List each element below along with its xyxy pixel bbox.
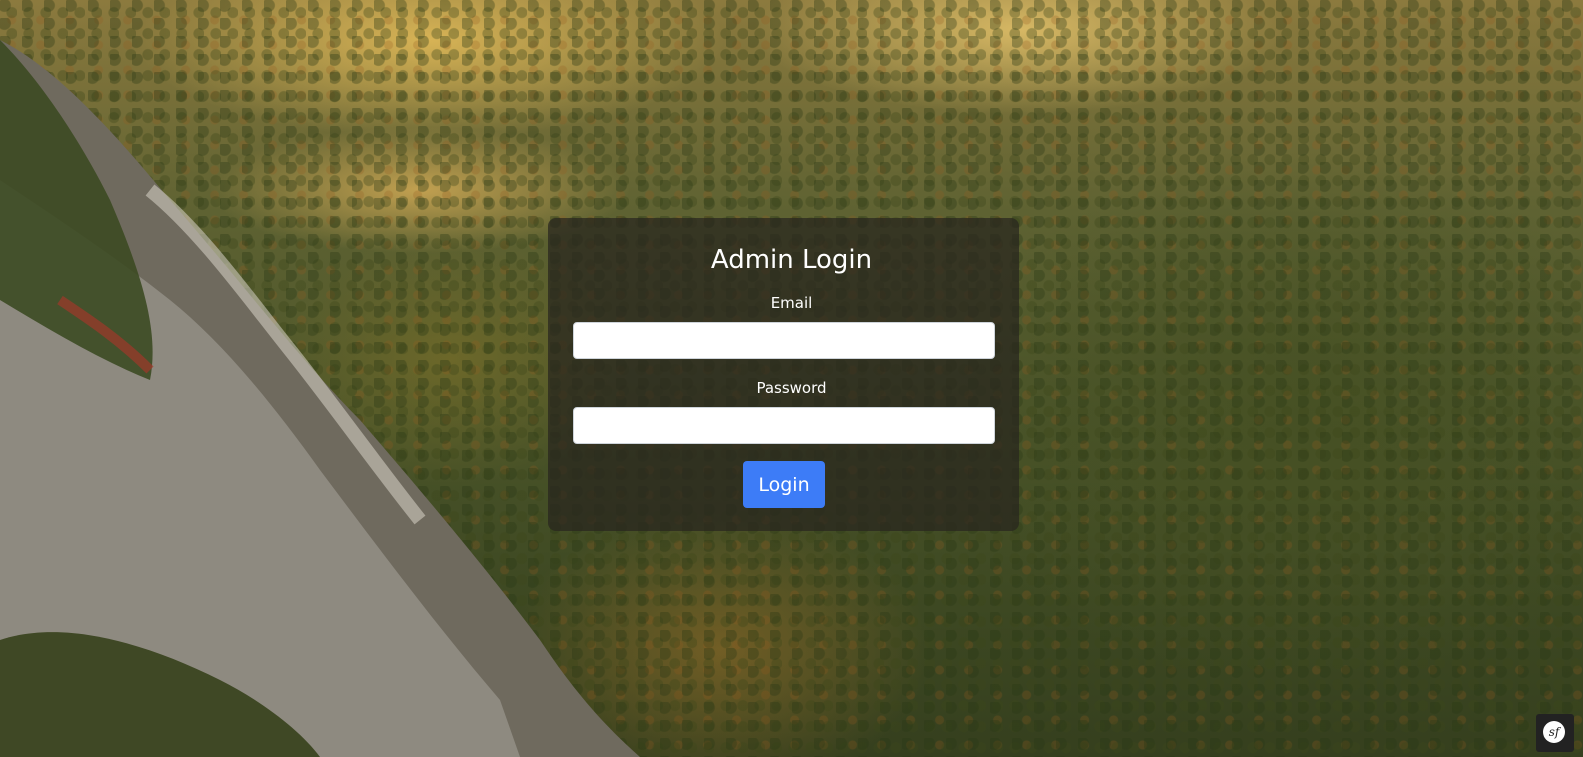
password-field[interactable] [573,407,995,444]
login-button[interactable]: Login [743,461,825,508]
page-title: Admin Login [710,245,873,275]
debug-toolbar-toggle[interactable]: sf [1536,714,1574,752]
password-label: Password [756,379,827,397]
email-label: Email [770,294,813,312]
email-field[interactable] [573,322,995,359]
symfony-logo-icon: sf [1543,721,1565,743]
